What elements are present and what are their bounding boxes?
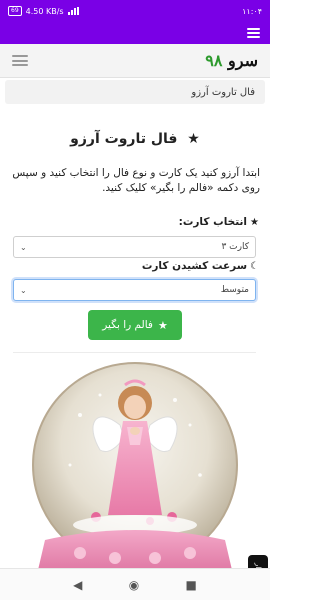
breadcrumb: فال تاروت آرزو — [5, 80, 265, 104]
breadcrumb-item[interactable]: فال تاروت آرزو — [191, 87, 255, 98]
speed-select[interactable]: ⌄ متوسط — [13, 279, 256, 301]
card-select-value: کارت ۳ — [221, 242, 249, 252]
speed-select-value: متوسط — [220, 285, 249, 295]
signal-icon — [67, 7, 79, 15]
snow-globe-illustration — [32, 362, 238, 570]
site-menu-toggle-icon[interactable] — [12, 55, 28, 66]
site-logo[interactable]: سرو ۹۸ — [205, 51, 258, 70]
status-time: ۱۱:۰۴ — [242, 6, 262, 16]
speed-label: ☾ سرعت کشیدن کارت — [142, 260, 259, 272]
submit-label: فالم را بگیر — [102, 319, 153, 331]
logo-number: ۹۸ — [205, 51, 223, 70]
card-select[interactable]: ⌄ کارت ۳ — [13, 236, 256, 258]
star-icon: ★ — [157, 318, 168, 332]
card-label-text: انتخاب کارت: — [178, 216, 248, 228]
star-icon: ★ — [187, 131, 200, 147]
app-menu-icon[interactable] — [247, 28, 260, 38]
card-label: ★ انتخاب کارت: — [179, 216, 259, 228]
status-bar: 69 4.50 KB/s ۱۱:۰۴ — [0, 0, 270, 22]
network-speed: 4.50 KB/s — [25, 6, 64, 16]
home-icon[interactable]: ◉ — [129, 578, 139, 592]
intro-text: ابتدا آرزو کنید یک کارت و نوع فال را انت… — [12, 167, 260, 194]
speed-label-text: سرعت کشیدن کارت — [141, 260, 248, 272]
submit-button[interactable]: ★ فالم را بگیر — [88, 310, 182, 340]
divider — [13, 352, 256, 353]
app-toolbar — [0, 22, 270, 44]
moon-icon: ☾ — [250, 260, 259, 272]
chevron-down-icon: ⌄ — [20, 285, 27, 295]
battery-icon: 69 — [8, 6, 22, 16]
site-navbar: سرو ۹۸ — [0, 44, 270, 78]
logo-name: سرو — [228, 51, 258, 70]
status-left: 69 4.50 KB/s — [8, 6, 79, 16]
page-title: ★ فال تاروت آرزو — [0, 131, 270, 147]
recents-icon[interactable]: ■ — [186, 578, 197, 592]
back-icon[interactable]: ◀ — [73, 578, 82, 592]
page-title-text: فال تاروت آرزو — [70, 131, 178, 147]
system-navigation-bar: ◀ ◉ ■ — [0, 568, 270, 600]
chevron-down-icon: ⌄ — [20, 242, 27, 252]
star-icon: ★ — [250, 216, 259, 228]
snow-globe-image — [0, 355, 270, 570]
